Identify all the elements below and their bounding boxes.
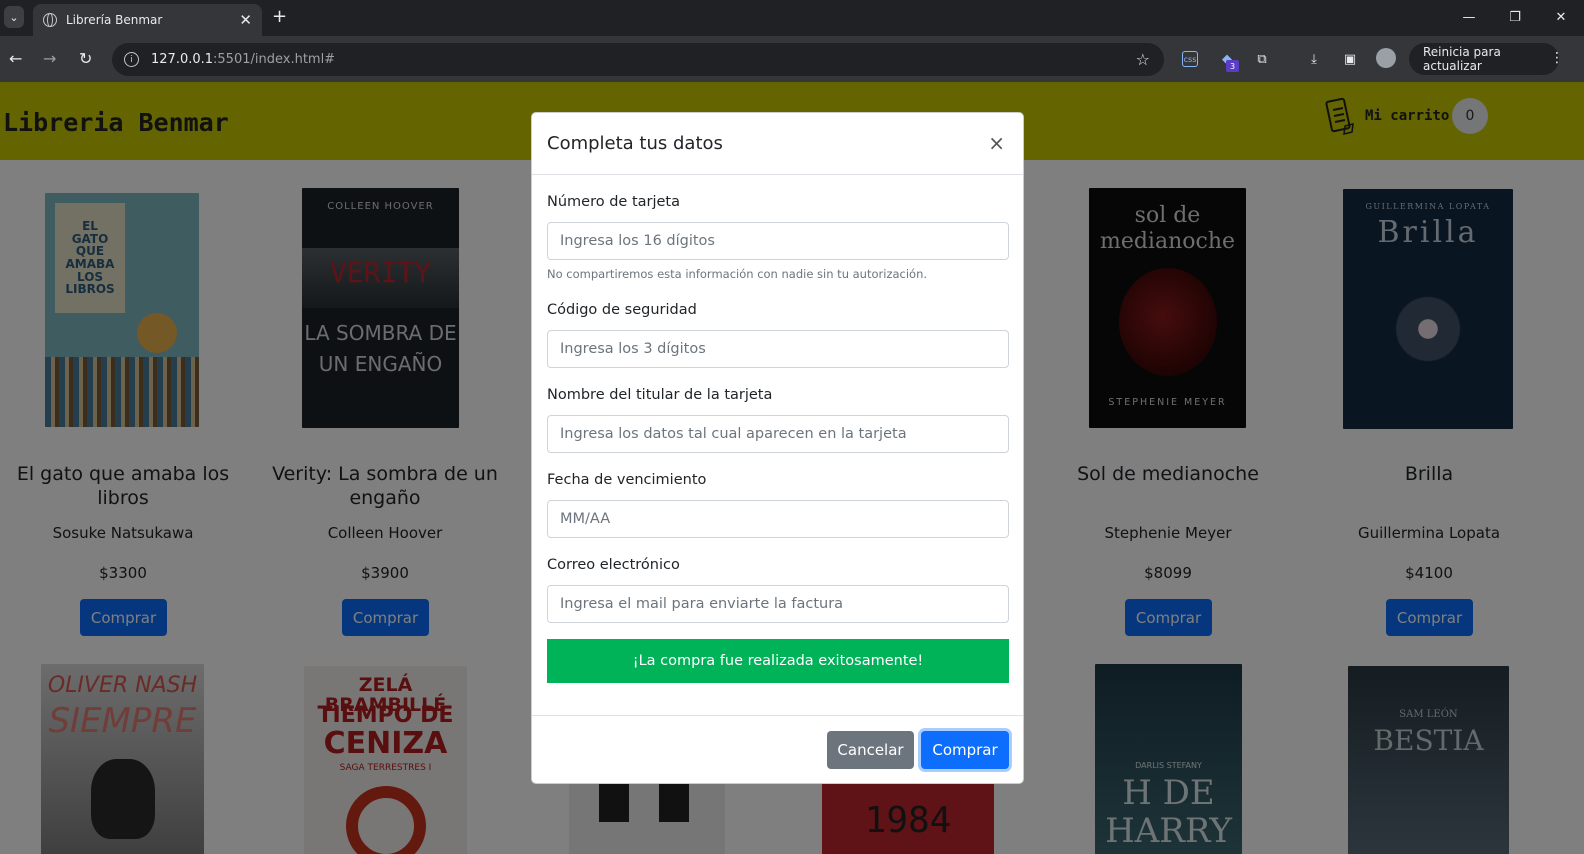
email-label: Correo electrónico [547,557,680,573]
security-code-input[interactable] [547,330,1009,368]
tab-search-chevron-icon[interactable]: ⌄ [4,6,24,28]
card-number-label: Número de tarjeta [547,194,680,210]
close-icon[interactable]: × [988,131,1005,155]
window-controls: — ❐ ✕ [1446,0,1584,34]
side-panel-icon[interactable]: ▣ [1342,51,1358,67]
download-icon[interactable]: ⤓ [1306,51,1322,67]
browser-toolbar: ← → ↻ i 127.0.0.1:5501/index.html# ☆ css… [0,36,1584,82]
globe-icon [43,13,57,27]
css-extension-icon[interactable]: css [1182,51,1198,67]
site-info-icon[interactable]: i [124,52,139,67]
url-path: :5501/index.html# [213,52,336,67]
card-number-help-text: No compartiremos esta información con na… [547,267,928,281]
reload-icon[interactable]: ↻ [79,49,92,68]
extension-badge: 3 [1226,60,1239,72]
browser-menu-icon[interactable]: ⋮ [1550,50,1564,66]
holder-name-label: Nombre del titular de la tarjeta [547,387,773,403]
forward-arrow-icon[interactable]: → [43,49,56,68]
holder-name-input[interactable] [547,415,1009,453]
modal-footer: Cancelar Comprar [532,715,1023,783]
browser-tab[interactable]: Librería Benmar ✕ [33,4,262,36]
close-window-icon[interactable]: ✕ [1538,0,1584,34]
checkout-modal: Completa tus datos × Número de tarjeta N… [531,112,1024,784]
success-alert: ¡La compra fue realizada exitosamente! [547,639,1009,683]
profile-avatar[interactable] [1376,48,1396,68]
modal-header: Completa tus datos × [532,113,1023,175]
back-arrow-icon[interactable]: ← [9,49,22,68]
modal-title: Completa tus datos [547,133,723,154]
restore-icon[interactable]: ❐ [1492,0,1538,34]
url-host: 127.0.0.1 [151,52,214,67]
address-bar[interactable]: i 127.0.0.1:5501/index.html# ☆ [112,43,1164,76]
close-tab-icon[interactable]: ✕ [239,11,252,29]
email-input[interactable] [547,585,1009,623]
new-tab-plus-icon[interactable]: + [272,6,287,27]
card-number-input[interactable] [547,222,1009,260]
restart-to-update-button[interactable]: Reinicia para actualizar [1409,43,1559,75]
confirm-buy-button[interactable]: Comprar [921,731,1009,769]
tab-title: Librería Benmar [66,13,163,27]
minimize-icon[interactable]: — [1446,0,1492,34]
cancel-button[interactable]: Cancelar [827,731,914,769]
expiry-input[interactable] [547,500,1009,538]
browser-tabstrip: ⌄ Librería Benmar ✕ + — ❐ ✕ [0,0,1584,36]
bookmark-star-icon[interactable]: ☆ [1136,50,1150,69]
puzzle-extensions-icon[interactable]: ⧉ [1254,51,1270,67]
expiry-label: Fecha de vencimiento [547,472,707,488]
security-code-label: Código de seguridad [547,302,697,318]
